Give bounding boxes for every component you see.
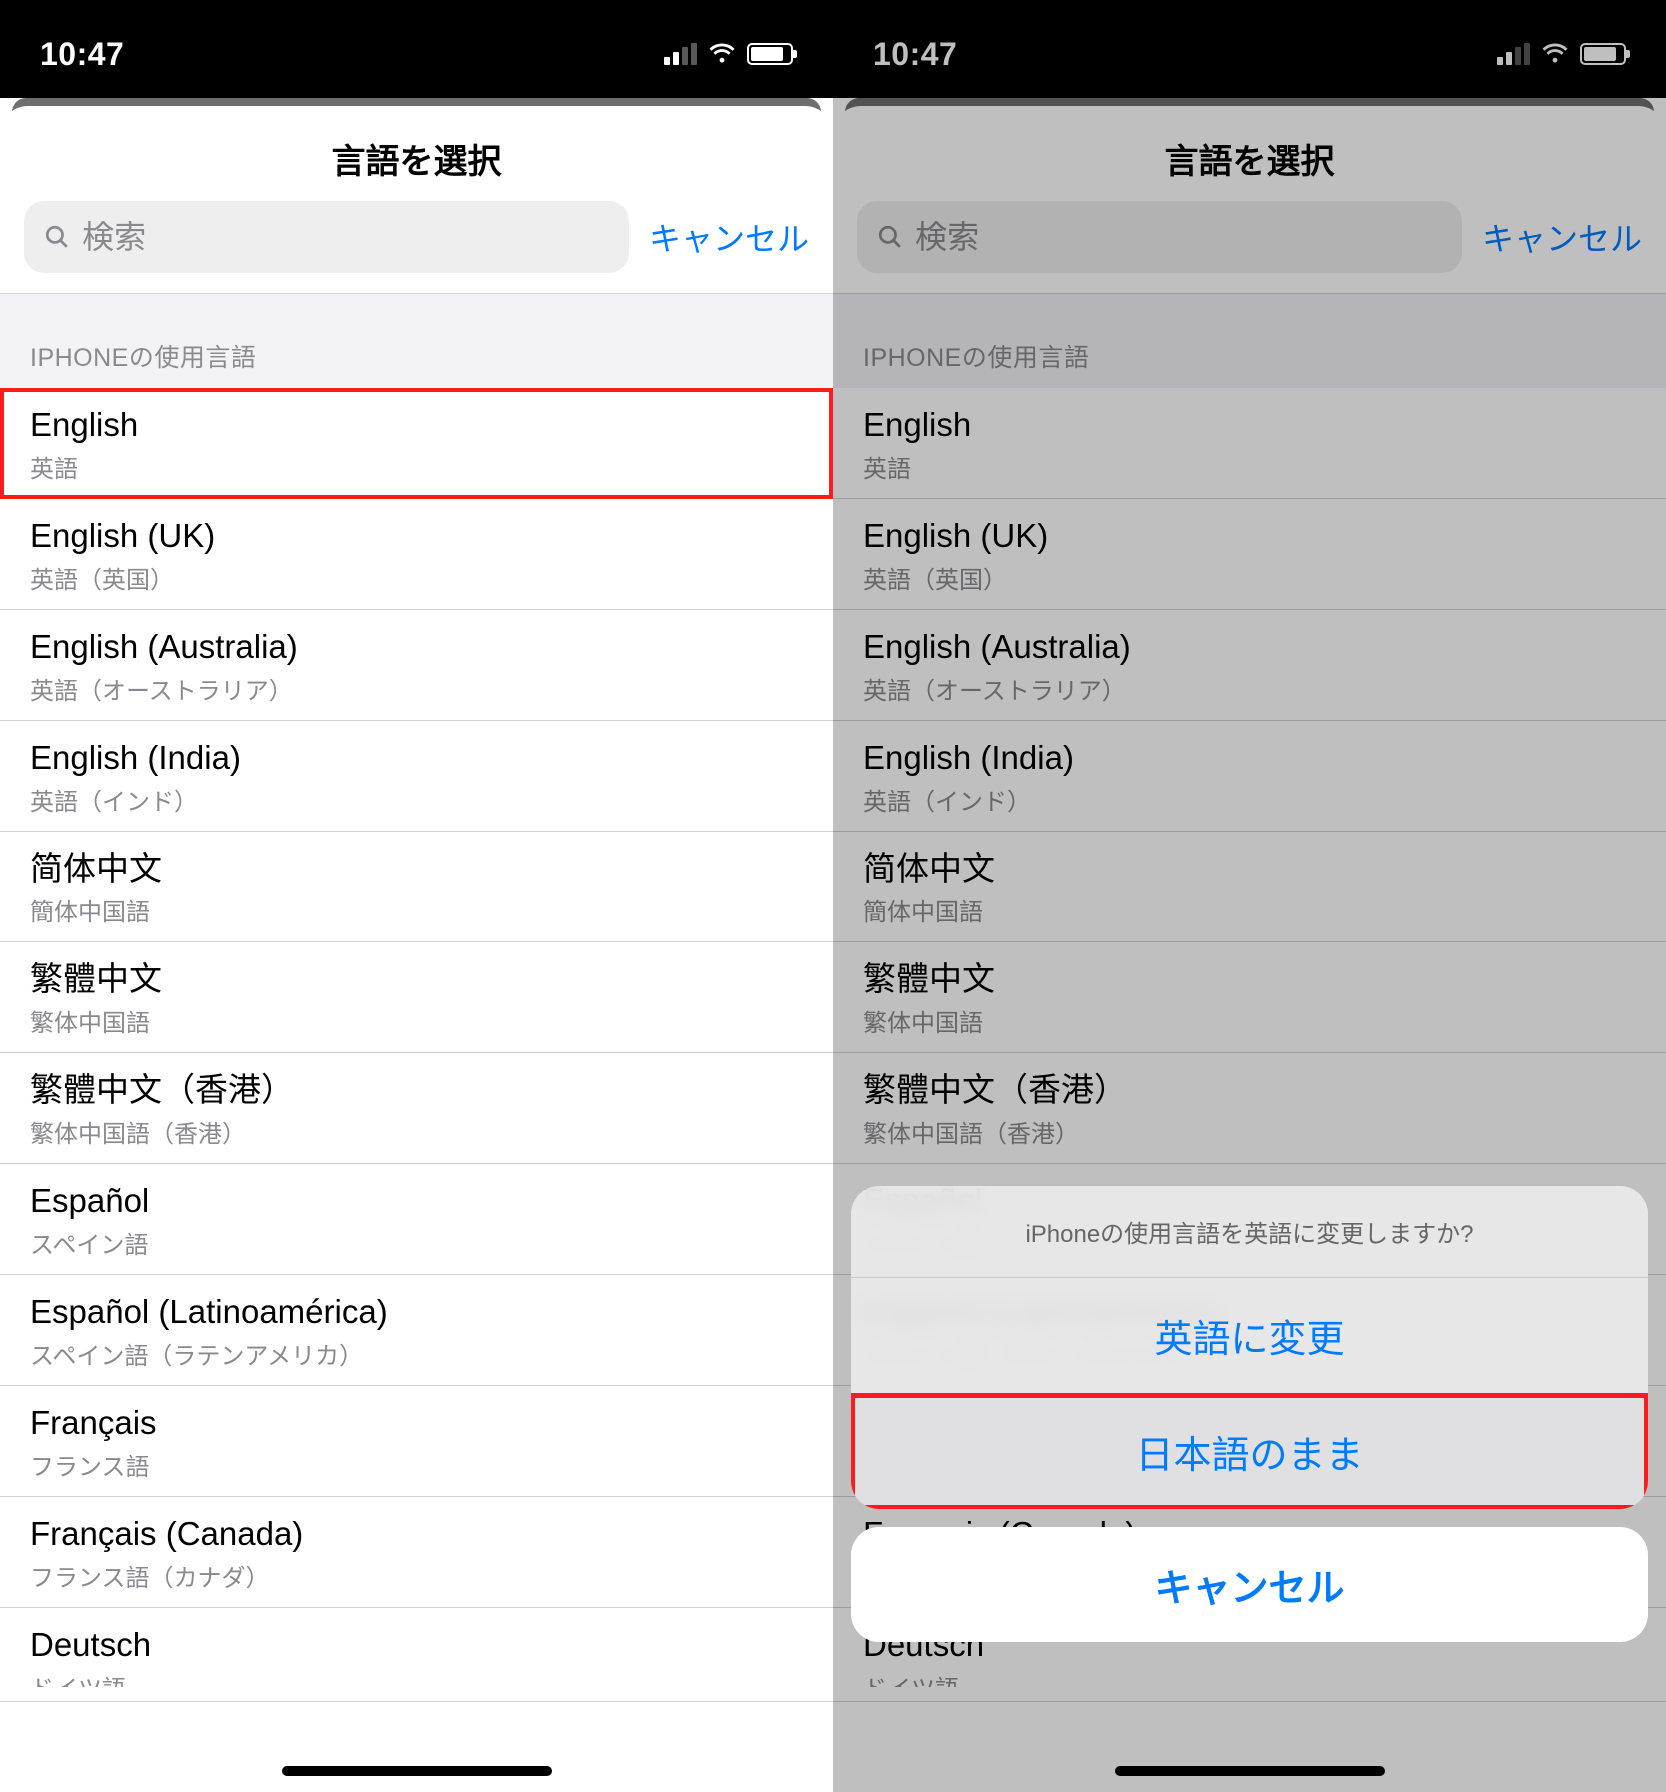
language-row-english[interactable]: English英語	[0, 388, 833, 499]
phone-right: 10:47 言語を選択 キャンセル IPHONEの使用言語 English英語 …	[833, 0, 1666, 1792]
action-sheet-cancel-button[interactable]: キャンセル	[851, 1527, 1648, 1642]
status-icons	[664, 43, 793, 65]
search-input[interactable]	[82, 219, 609, 256]
status-bar: 10:47	[833, 0, 1666, 98]
sheet-header: 言語を選択	[833, 106, 1666, 201]
cellular-icon	[1497, 43, 1530, 65]
language-list: English英語 English (UK)英語（英国） English (Au…	[0, 388, 833, 1702]
phone-left: 10:47 言語を選択 キャンセル IPHONEの使用言語 English英語 …	[0, 0, 833, 1792]
status-time: 10:47	[873, 36, 957, 73]
language-row[interactable]: 繁體中文繁体中国語	[0, 942, 833, 1053]
search-row: キャンセル	[0, 201, 833, 293]
search-icon	[44, 223, 70, 251]
change-to-english-button[interactable]: 英語に変更	[851, 1278, 1648, 1394]
language-row-english[interactable]: English英語	[833, 388, 1666, 499]
language-row[interactable]: Deutschドイツ語	[0, 1608, 833, 1702]
status-bar: 10:47	[0, 0, 833, 98]
language-row[interactable]: English (Australia)英語（オーストラリア）	[833, 610, 1666, 721]
language-row[interactable]: 繁體中文繁体中国語	[833, 942, 1666, 1053]
battery-icon	[747, 43, 793, 65]
sheet-title: 言語を選択	[0, 134, 833, 183]
language-row[interactable]: Españolスペイン語	[0, 1164, 833, 1275]
cancel-link[interactable]: キャンセル	[649, 214, 809, 260]
home-indicator[interactable]	[282, 1766, 552, 1776]
home-indicator[interactable]	[1115, 1766, 1385, 1776]
action-sheet: iPhoneの使用言語を英語に変更しますか? 英語に変更 日本語のまま キャンセ…	[833, 1170, 1666, 1792]
wifi-icon	[1540, 43, 1570, 65]
action-sheet-group: iPhoneの使用言語を英語に変更しますか? 英語に変更 日本語のまま	[851, 1186, 1648, 1509]
wifi-icon	[707, 43, 737, 65]
search-row: キャンセル	[833, 201, 1666, 293]
status-time: 10:47	[40, 36, 124, 73]
language-row[interactable]: Français (Canada)フランス語（カナダ）	[0, 1497, 833, 1608]
language-row[interactable]: 简体中文簡体中国語	[0, 832, 833, 943]
search-input[interactable]	[915, 219, 1442, 256]
search-box[interactable]	[24, 201, 629, 273]
keep-japanese-button[interactable]: 日本語のまま	[851, 1394, 1648, 1509]
language-row[interactable]: English (UK)英語（英国）	[833, 499, 1666, 610]
battery-icon	[1580, 43, 1626, 65]
section-header: IPHONEの使用言語	[0, 293, 833, 388]
search-box[interactable]	[857, 201, 1462, 273]
cancel-link[interactable]: キャンセル	[1482, 214, 1642, 260]
language-row[interactable]: 繁體中文（香港）繁体中国語（香港）	[0, 1053, 833, 1164]
language-row[interactable]: Françaisフランス語	[0, 1386, 833, 1497]
cellular-icon	[664, 43, 697, 65]
sheet-header: 言語を選択	[0, 106, 833, 201]
language-row[interactable]: English (Australia)英語（オーストラリア）	[0, 610, 833, 721]
language-sheet: 言語を選択 キャンセル IPHONEの使用言語 English英語 Englis…	[0, 106, 833, 1792]
language-row[interactable]: 简体中文簡体中国語	[833, 832, 1666, 943]
language-row[interactable]: Español (Latinoamérica)スペイン語（ラテンアメリカ）	[0, 1275, 833, 1386]
sheet-title: 言語を選択	[833, 134, 1666, 183]
language-row[interactable]: 繁體中文（香港）繁体中国語（香港）	[833, 1053, 1666, 1164]
section-title: IPHONEの使用言語	[863, 338, 1089, 374]
action-sheet-message: iPhoneの使用言語を英語に変更しますか?	[851, 1186, 1648, 1278]
status-icons	[1497, 43, 1626, 65]
language-row[interactable]: English (India)英語（インド）	[0, 721, 833, 832]
language-row[interactable]: English (India)英語（インド）	[833, 721, 1666, 832]
section-title: IPHONEの使用言語	[30, 338, 256, 374]
language-row[interactable]: English (UK)英語（英国）	[0, 499, 833, 610]
search-icon	[877, 223, 903, 251]
section-header: IPHONEの使用言語	[833, 293, 1666, 388]
